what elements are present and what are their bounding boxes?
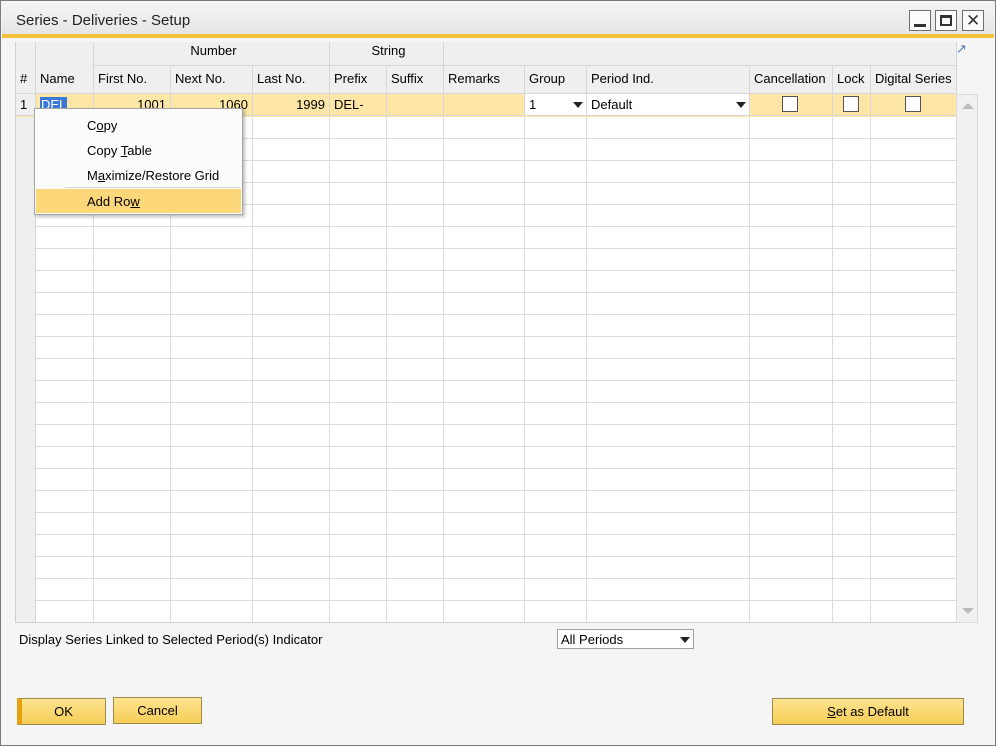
grid-line — [36, 336, 956, 337]
col-header-next-no[interactable]: Next No. — [171, 66, 253, 94]
maximize-icon — [940, 15, 952, 26]
cell-cancellation — [750, 94, 833, 116]
cell-remarks[interactable] — [444, 94, 525, 116]
scroll-up-icon[interactable] — [962, 103, 974, 109]
set-as-default-button[interactable]: Set as Default — [772, 698, 964, 725]
col-header-cancellation[interactable]: Cancellation — [750, 66, 833, 94]
col-header-lock[interactable]: Lock — [833, 66, 871, 94]
col-header-remarks[interactable]: Remarks — [444, 66, 525, 94]
lock-checkbox[interactable] — [843, 96, 859, 112]
title-bar: Series - Deliveries - Setup ✕ — [2, 2, 994, 38]
close-icon: ✕ — [966, 11, 981, 30]
period-filter-value: All Periods — [561, 632, 624, 647]
series-setup-window: Series - Deliveries - Setup ✕ # Number S… — [0, 0, 996, 746]
row-number[interactable]: 1 — [16, 94, 36, 116]
scroll-down-icon[interactable] — [962, 608, 974, 614]
grid-line — [36, 270, 956, 271]
grid-line — [36, 380, 956, 381]
col-header-prefix[interactable]: Prefix — [330, 66, 387, 94]
col-header-num: # — [16, 66, 36, 94]
group-header-number: Number — [94, 42, 330, 66]
col-header-last-no[interactable]: Last No. — [253, 66, 330, 94]
cancellation-checkbox[interactable] — [782, 96, 798, 112]
menu-item-copy[interactable]: Copy — [36, 113, 241, 137]
grid-line — [36, 292, 956, 293]
menu-item-add-row[interactable]: Add Row — [36, 189, 241, 213]
grid-line — [36, 446, 956, 447]
col-header-period-ind[interactable]: Period Ind. — [587, 66, 750, 94]
cell-prefix[interactable]: DEL- — [330, 94, 387, 116]
grid-scrollbar[interactable] — [956, 94, 978, 623]
grid-line — [36, 534, 956, 535]
menu-item-maximize-restore-grid[interactable]: Maximize/Restore Grid — [36, 163, 241, 187]
col-header-first-no[interactable]: First No. — [94, 66, 171, 94]
close-button[interactable]: ✕ — [962, 10, 984, 31]
col-header-name[interactable]: Name — [36, 66, 94, 94]
grid-line — [36, 424, 956, 425]
col-header-suffix[interactable]: Suffix — [387, 66, 444, 94]
grid-line — [36, 358, 956, 359]
grid-line — [36, 578, 956, 579]
grid-line — [36, 226, 956, 227]
minimize-button[interactable] — [909, 10, 931, 31]
minimize-icon — [914, 24, 926, 27]
window-title: Series - Deliveries - Setup — [16, 12, 191, 29]
grid-line — [36, 314, 956, 315]
digital-series-checkbox[interactable] — [905, 96, 921, 112]
cell-suffix[interactable] — [387, 94, 444, 116]
cell-group-dropdown[interactable]: 1 — [525, 94, 587, 116]
col-header-digital-series[interactable]: Digital Series — [871, 66, 957, 94]
period-indicator-label: Display Series Linked to Selected Period… — [19, 632, 323, 647]
menu-separator — [65, 187, 240, 188]
menu-item-copy-table[interactable]: Copy Table — [36, 138, 241, 162]
cell-period-ind-value: Default — [591, 97, 633, 112]
grid-line — [36, 600, 956, 601]
grid-line — [36, 402, 956, 403]
dropdown-arrow-icon — [573, 102, 583, 108]
col-header-group[interactable]: Group — [525, 66, 587, 94]
period-filter-select[interactable]: All Periods — [557, 629, 694, 649]
grid-line — [36, 556, 956, 557]
context-menu: Copy Copy Table Maximize/Restore Grid Ad… — [34, 108, 243, 215]
dropdown-arrow-icon — [680, 637, 690, 643]
grid-line — [36, 490, 956, 491]
cancel-button[interactable]: Cancel — [113, 697, 202, 724]
grid-line — [36, 248, 956, 249]
grid-line — [36, 512, 956, 513]
cell-lock — [833, 94, 871, 116]
cell-digital-series — [871, 94, 957, 116]
cell-last-no[interactable]: 1999 — [253, 94, 330, 116]
dropdown-arrow-icon — [736, 102, 746, 108]
cell-period-ind-dropdown[interactable]: Default — [587, 94, 750, 116]
expand-grid-icon[interactable]: ↗ — [956, 41, 967, 57]
row-number-column — [16, 94, 36, 622]
grid-line — [36, 468, 956, 469]
cell-group-value: 1 — [529, 97, 537, 112]
ok-button[interactable]: OK — [17, 698, 106, 725]
group-header-string: String — [330, 42, 444, 66]
maximize-button[interactable] — [935, 10, 957, 31]
header-right-spacer — [444, 42, 957, 66]
